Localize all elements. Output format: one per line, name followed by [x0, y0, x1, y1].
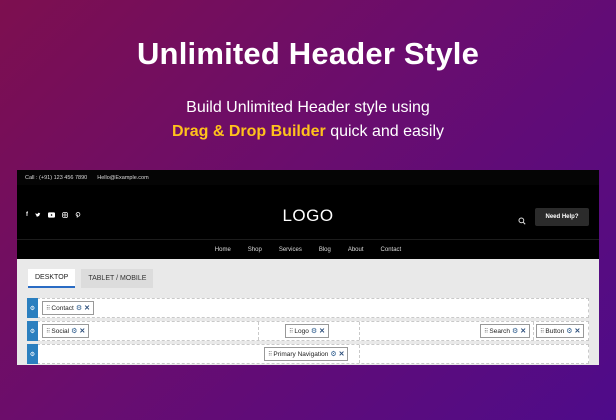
hero-subtitle-line2: Drag & Drop Builder quick and easily [0, 120, 616, 144]
header-topbar: Call : (+91) 123 456 7890 Hello@Example.… [17, 170, 599, 185]
hero-subtitle: Build Unlimited Header style using Drag … [0, 96, 616, 144]
builder-item-primary-navigation[interactable]: ⠿ Primary Navigation ⚙ ✕ [264, 347, 349, 361]
nav-item-contact[interactable]: Contact [381, 247, 402, 253]
column-divider [533, 322, 534, 340]
topbar-email[interactable]: Hello@Example.com [97, 175, 148, 181]
close-icon[interactable]: ✕ [319, 327, 325, 335]
column-divider [359, 322, 360, 340]
builder-item-label: Contact [51, 304, 74, 312]
hero-subtitle-rest: quick and easily [325, 123, 445, 140]
nav-item-about[interactable]: About [348, 247, 364, 253]
gear-icon[interactable]: ⚙ [30, 305, 35, 312]
builder-item-search[interactable]: ⠿ Search ⚙ ✕ [480, 324, 531, 338]
nav-item-services[interactable]: Services [279, 247, 302, 253]
close-icon[interactable]: ✕ [79, 327, 85, 335]
builder-rows: ⚙ ⠿ Contact ⚙ ✕ ⚙ ⠿ Social ⚙ ✕ ⠿ Logo ⚙ … [27, 298, 589, 364]
device-tabs: DESKTOP TABLET / MOBILE [28, 269, 589, 288]
builder-item-label: Logo [294, 327, 309, 335]
close-icon[interactable]: ✕ [339, 350, 345, 358]
gear-icon[interactable]: ⚙ [71, 327, 77, 335]
gear-icon[interactable]: ⚙ [30, 351, 35, 358]
row-settings-handle[interactable]: ⚙ [27, 344, 38, 364]
search-icon[interactable] [518, 212, 526, 230]
builder-item-social[interactable]: ⠿ Social ⚙ ✕ [42, 324, 90, 338]
builder-row-main[interactable]: ⚙ ⠿ Social ⚙ ✕ ⠿ Logo ⚙ ✕ ⠿ Search ⚙ ✕ ⠿… [27, 321, 589, 341]
builder-row-bottom[interactable]: ⚙ ⠿ Primary Navigation ⚙ ✕ [27, 344, 589, 364]
column-divider [359, 345, 360, 363]
header-main: f LOGO Need Help? [17, 185, 599, 239]
drag-handle-icon[interactable]: ⠿ [289, 328, 294, 335]
drag-handle-icon[interactable]: ⠿ [268, 351, 273, 358]
builder-item-button[interactable]: ⠿ Button ⚙ ✕ [536, 324, 585, 338]
gear-icon[interactable]: ⚙ [30, 328, 35, 335]
primary-navigation: Home Shop Services Blog About Contact [17, 239, 599, 259]
gear-icon[interactable]: ⚙ [512, 327, 518, 335]
column-divider [258, 322, 259, 340]
hero-subtitle-line1: Build Unlimited Header style using [186, 99, 430, 116]
hero-title: Unlimited Header Style [136, 36, 480, 71]
tab-tablet-mobile[interactable]: TABLET / MOBILE [81, 269, 154, 288]
builder-item-label: Primary Navigation [273, 350, 329, 358]
builder-item-logo[interactable]: ⠿ Logo ⚙ ✕ [285, 324, 330, 338]
topbar-phone: Call : (+91) 123 456 7890 [25, 174, 88, 181]
nav-item-blog[interactable]: Blog [319, 247, 331, 253]
nav-item-shop[interactable]: Shop [248, 247, 262, 253]
drag-handle-icon[interactable]: ⠿ [46, 305, 51, 312]
gear-icon[interactable]: ⚙ [311, 327, 317, 335]
drag-handle-icon[interactable]: ⠿ [484, 328, 489, 335]
close-icon[interactable]: ✕ [84, 304, 90, 312]
builder-item-label: Search [489, 327, 511, 335]
builder-item-label: Button [545, 327, 565, 335]
site-logo[interactable]: LOGO [17, 206, 599, 226]
gear-icon[interactable]: ⚙ [330, 350, 336, 358]
tab-desktop[interactable]: DESKTOP [28, 269, 76, 288]
row-settings-handle[interactable]: ⚙ [27, 321, 38, 341]
builder-item-contact[interactable]: ⠿ Contact ⚙ ✕ [42, 301, 94, 315]
row-settings-handle[interactable]: ⚙ [27, 298, 38, 318]
drag-handle-icon[interactable]: ⠿ [540, 328, 545, 335]
builder-panel: DESKTOP TABLET / MOBILE ⚙ ⠿ Contact ⚙ ✕ … [17, 259, 599, 364]
builder-row-top[interactable]: ⚙ ⠿ Contact ⚙ ✕ [27, 298, 589, 318]
header-builder-preview: Call : (+91) 123 456 7890 Hello@Example.… [17, 170, 599, 365]
close-icon[interactable]: ✕ [520, 327, 526, 335]
nav-item-home[interactable]: Home [215, 247, 231, 253]
drag-handle-icon[interactable]: ⠿ [46, 328, 51, 335]
hero-highlight: Drag & Drop Builder [171, 123, 326, 140]
gear-icon[interactable]: ⚙ [566, 327, 572, 335]
gear-icon[interactable]: ⚙ [76, 304, 82, 312]
builder-item-label: Social [51, 327, 70, 335]
close-icon[interactable]: ✕ [574, 327, 580, 335]
need-help-button[interactable]: Need Help? [535, 208, 589, 226]
